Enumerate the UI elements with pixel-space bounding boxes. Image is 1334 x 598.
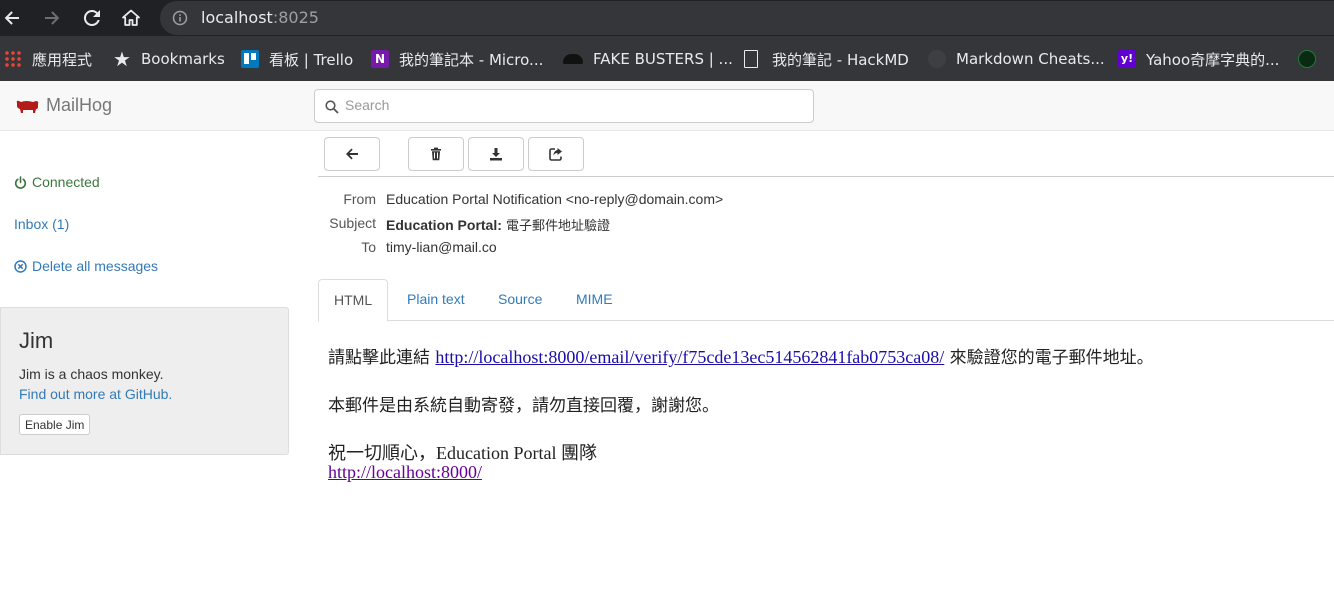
- to-label: To: [361, 239, 376, 255]
- bookmark-label: 我的筆記本 - Micro...: [399, 50, 544, 69]
- jim-github-link[interactable]: Find out more at GitHub.: [19, 386, 172, 402]
- to-value: timy-lian@mail.co: [386, 239, 497, 255]
- jim-title: Jim: [19, 328, 54, 353]
- delete-all-link[interactable]: Delete all messages: [14, 258, 158, 274]
- from-label: From: [343, 191, 376, 207]
- home-icon[interactable]: [119, 6, 143, 30]
- bookmark-label: Yahoo奇摩字典的...: [1146, 50, 1280, 69]
- message-tabs: HTML Plain text Source MIME: [318, 279, 1334, 322]
- body-text: 請點擊此連結: [328, 348, 436, 368]
- delete-all-label: Delete all messages: [32, 258, 159, 274]
- document-icon: [744, 50, 758, 68]
- onenote-icon: N: [371, 50, 389, 68]
- bookmark-apps[interactable]: 應用程式: [4, 48, 92, 70]
- power-icon: [14, 175, 27, 189]
- bookmark-yahoo[interactable]: y! Yahoo奇摩字典的...: [1118, 48, 1279, 70]
- jim-description: Jim is a chaos monkey.: [19, 366, 164, 382]
- bookmark-fake-busters[interactable]: FAKE BUSTERS | ...: [563, 48, 733, 70]
- back-button[interactable]: [324, 137, 380, 171]
- verify-link[interactable]: http://localhost:8000/email/verify/f75cd…: [435, 347, 944, 367]
- subject-value: Education Portal: 電子郵件地址驗證: [386, 215, 610, 234]
- enable-jim-button[interactable]: Enable Jim: [19, 414, 91, 435]
- body-text: 來驗證您的電子郵件地址。: [944, 348, 1154, 368]
- tab-source[interactable]: Source: [483, 279, 557, 321]
- bookmark-trello[interactable]: 看板 | Trello: [241, 48, 353, 70]
- reload-icon[interactable]: [80, 6, 104, 30]
- url-host: localhost: [201, 8, 273, 27]
- body-line-2: 本郵件是由系統自動寄發，請勿直接回覆，謝謝您。: [328, 396, 719, 416]
- subject-bold: Education Portal:: [386, 217, 502, 233]
- delete-button[interactable]: [408, 137, 464, 171]
- forward-icon[interactable]: [40, 6, 64, 30]
- download-icon: [490, 148, 502, 161]
- brand-name: MailHog: [46, 95, 113, 115]
- bookmark-bookmarks[interactable]: ★ Bookmarks: [113, 48, 225, 70]
- url-text: localhost:8025: [201, 8, 319, 27]
- star-icon: ★: [113, 47, 131, 71]
- info-icon[interactable]: [172, 10, 188, 26]
- apps-grid-icon: [4, 50, 22, 68]
- search-icon: [325, 100, 339, 114]
- share-icon: [549, 148, 562, 161]
- connection-status: Connected: [14, 174, 100, 190]
- home-link[interactable]: http://localhost:8000/: [328, 462, 482, 482]
- bookmark-label: 應用程式: [32, 50, 93, 69]
- url-port: :8025: [272, 8, 319, 27]
- header-to: To timy-lian@mail.co: [318, 239, 497, 255]
- bookmark-label: 我的筆記 - HackMD: [772, 50, 909, 69]
- subject-rest: 電子郵件地址驗證: [501, 219, 611, 234]
- bookmark-markdown[interactable]: Markdown Cheats...: [928, 48, 1105, 70]
- pig-logo-icon: [16, 100, 39, 113]
- arrow-left-icon: [346, 148, 358, 160]
- bookmark-onenote[interactable]: N 我的筆記本 - Micro...: [371, 48, 543, 70]
- fake-busters-icon: [563, 54, 583, 64]
- connected-label: Connected: [32, 174, 100, 190]
- header-subject: Subject Education Portal: 電子郵件地址驗證: [318, 215, 610, 234]
- from-value: Education Portal Notification <no-reply@…: [386, 191, 724, 207]
- search-input[interactable]: [345, 97, 785, 113]
- inbox-link[interactable]: Inbox (1): [14, 216, 69, 232]
- body-line-1: 請點擊此連結 http://localhost:8000/email/verif…: [328, 343, 1154, 368]
- search-box[interactable]: [314, 89, 814, 123]
- trash-icon: [431, 147, 441, 161]
- mailhog-navbar: MailHog: [0, 81, 1334, 131]
- circle-x-icon: [14, 259, 27, 273]
- yahoo-icon: y!: [1118, 50, 1136, 68]
- inbox-label: Inbox (1): [14, 216, 70, 232]
- bookmark-hackmd[interactable]: 我的筆記 - HackMD: [744, 48, 909, 70]
- bookmark-label: Bookmarks: [141, 50, 225, 68]
- bookmark-label: 看板 | Trello: [269, 50, 354, 69]
- release-button[interactable]: [528, 137, 584, 171]
- toolbar-divider: [318, 176, 1334, 177]
- subject-label: Subject: [329, 215, 376, 231]
- header-from: From Education Portal Notification <no-r…: [318, 191, 723, 207]
- jim-panel: Jim Jim is a chaos monkey. Find out more…: [0, 307, 289, 455]
- address-bar[interactable]: localhost:8025: [160, 1, 1334, 35]
- github-icon: [928, 50, 946, 68]
- tab-mime[interactable]: MIME: [561, 279, 628, 321]
- trello-icon: [241, 50, 259, 68]
- bookmarks-bar: 應用程式 ★ Bookmarks 看板 | Trello N 我的筆記本 - M…: [0, 36, 1334, 81]
- bookmark-label: FAKE BUSTERS | ...: [593, 50, 733, 68]
- back-icon[interactable]: [0, 6, 24, 30]
- bookmark-icon: [1298, 50, 1316, 68]
- browser-toolbar: localhost:8025: [0, 0, 1334, 36]
- tab-html[interactable]: HTML: [318, 279, 389, 322]
- bookmark-extra[interactable]: [1298, 48, 1326, 70]
- brand[interactable]: MailHog: [14, 95, 112, 116]
- tab-plain-text[interactable]: Plain text: [392, 279, 480, 321]
- bookmark-label: Markdown Cheats...: [956, 50, 1105, 68]
- download-button[interactable]: [468, 137, 524, 171]
